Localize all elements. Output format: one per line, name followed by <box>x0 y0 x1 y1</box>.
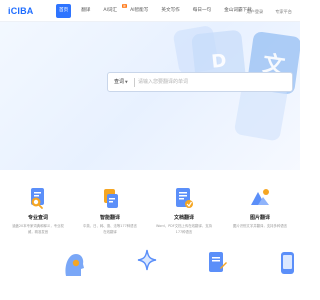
secondary-features <box>0 248 300 300</box>
nav-item-english-writing[interactable]: 英文写作 <box>158 4 182 18</box>
feature-desc: 涵盖20本专家词典和释义，专业权威，精准发音 <box>12 224 64 234</box>
feature-card-document[interactable]: 文档翻译 Word、PDF文档上传在线翻译，支持177种语言 <box>148 186 220 235</box>
feature-card-translate[interactable]: 智能翻译 中英、日、韩、德、法等177种语言在线翻译 <box>74 186 146 235</box>
document-edit-icon[interactable] <box>206 248 228 280</box>
feature-list: 专业查词 涵盖20本专家词典和释义，专业权威，精准发音 智能翻译 中英、日、韩、… <box>0 186 300 256</box>
login-link[interactable]: 用户登录 <box>246 9 263 15</box>
hero-banner: D 文 查词▼ <box>0 22 300 170</box>
site-logo[interactable]: iCIBA <box>8 6 34 16</box>
document-translate-icon <box>173 186 195 210</box>
feature-title: 智能翻译 <box>99 215 120 221</box>
feature-title: 图片翻译 <box>249 215 270 221</box>
feature-desc: Word、PDF文档上传在线翻译，支持177种语言 <box>156 224 213 234</box>
nav-item-home[interactable]: 首页 <box>56 4 72 18</box>
nav-item-label: AI词汇 <box>103 8 118 13</box>
document-search-icon <box>27 186 49 210</box>
feature-card-dictionary[interactable]: 专业查词 涵盖20本专家词典和释义，专业权威，精准发音 <box>2 186 74 235</box>
search-divider <box>134 78 135 87</box>
mobile-app-icon[interactable] <box>278 248 298 280</box>
feature-desc: 中英、日、韩、德、法等177种语言在线翻译 <box>83 224 137 234</box>
nav-item-ai-vocab[interactable]: AI词汇 新 <box>100 4 128 18</box>
main-nav: 首页 翻译 AI词汇 新 AI智能写 英文写作 每日一句 金山词霸下载 <box>56 4 255 18</box>
mode-label: 查词 <box>114 79 125 85</box>
search-input[interactable] <box>138 75 288 89</box>
chevron-down-icon: ▼ <box>125 80 128 84</box>
nav-item-daily-sentence[interactable]: 每日一句 <box>190 4 214 18</box>
image-translate-icon <box>249 186 271 210</box>
translate-cards-icon <box>99 186 121 210</box>
header-right-links: 用户登录 专家平台 <box>246 9 292 15</box>
ai-head-icon[interactable] <box>62 248 86 282</box>
feature-title: 文档翻译 <box>173 215 194 221</box>
feature-desc: 图片识别文字并翻译，支持多种语言 <box>232 224 288 228</box>
nav-item-translate[interactable]: 翻译 <box>78 4 93 18</box>
search-box: 查词▼ <box>107 72 293 92</box>
deco-glyph: D <box>210 49 228 73</box>
expert-platform-link[interactable]: 专家平台 <box>275 9 292 15</box>
top-header: iCIBA 首页 翻译 AI词汇 新 AI智能写 英文写作 每日一句 金山词霸下… <box>0 0 300 22</box>
sparkle-icon[interactable] <box>136 248 158 278</box>
nav-item-ai-write[interactable]: AI智能写 <box>127 4 151 18</box>
mode-selector[interactable]: 查词▼ <box>114 73 128 91</box>
feature-card-image[interactable]: 图片翻译 图片识别文字并翻译，支持多种语言 <box>224 186 296 230</box>
feature-title: 专业查词 <box>27 215 48 221</box>
